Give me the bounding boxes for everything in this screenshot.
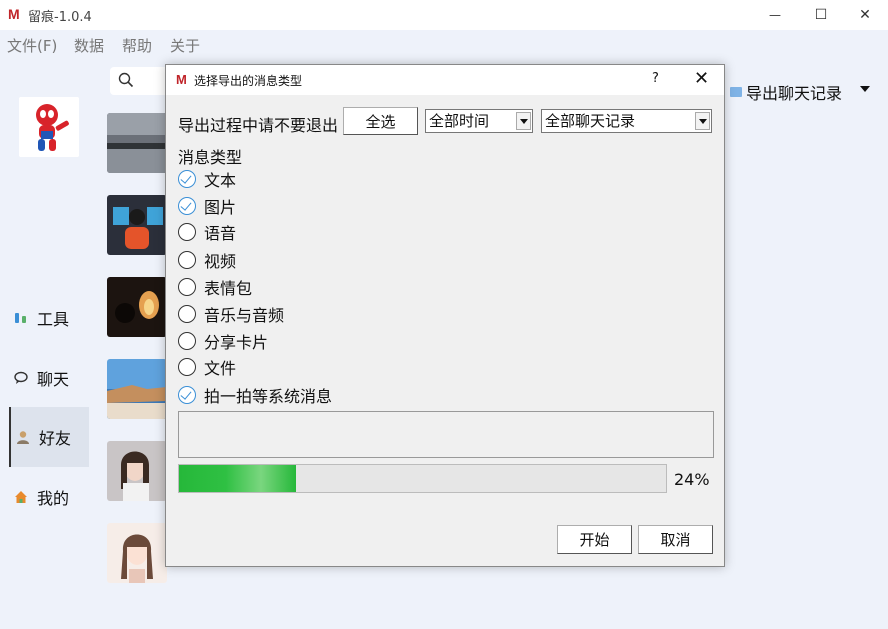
contact-avatar[interactable] bbox=[107, 441, 167, 501]
select-all-button[interactable]: 全选 bbox=[343, 107, 418, 135]
chevron-down-icon bbox=[695, 112, 710, 130]
option-file[interactable]: 文件 bbox=[178, 357, 237, 378]
minimize-button[interactable]: — bbox=[752, 0, 798, 30]
option-label: 分享卡片 bbox=[204, 333, 269, 352]
menu-data[interactable]: 数据 bbox=[74, 35, 104, 56]
option-system-message[interactable]: 拍一拍等系统消息 bbox=[178, 385, 333, 406]
sidebar-item-label: 聊天 bbox=[37, 370, 70, 389]
progress-percent: 24% bbox=[674, 470, 710, 489]
option-music-audio[interactable]: 音乐与音频 bbox=[178, 304, 285, 325]
option-label: 音乐与音频 bbox=[204, 306, 285, 325]
radio-icon[interactable] bbox=[178, 223, 196, 241]
export-type-dialog: M 选择导出的消息类型 ? ✕ 导出过程中请不要退出 全选 全部时间 全部聊天记… bbox=[165, 64, 725, 567]
search-input[interactable] bbox=[110, 67, 170, 95]
close-button[interactable]: ✕ bbox=[842, 0, 888, 30]
option-label: 文本 bbox=[204, 171, 237, 190]
checked-radio-icon[interactable] bbox=[178, 170, 196, 188]
chevron-down-icon[interactable] bbox=[860, 86, 870, 92]
chat-scope-value: 全部聊天记录 bbox=[545, 112, 636, 130]
help-icon[interactable]: ? bbox=[652, 71, 659, 86]
app-title: 留痕-1.0.4 bbox=[28, 10, 92, 25]
option-label: 文件 bbox=[204, 359, 237, 378]
contact-avatar[interactable] bbox=[107, 195, 167, 255]
sidebar-item-me[interactable]: 我的 bbox=[9, 467, 89, 527]
option-label: 表情包 bbox=[204, 279, 253, 298]
close-icon: ✕ bbox=[859, 7, 871, 23]
option-voice[interactable]: 语音 bbox=[178, 222, 237, 243]
radio-icon[interactable] bbox=[178, 305, 196, 323]
message-type-label: 消息类型 bbox=[178, 148, 243, 167]
start-button[interactable]: 开始 bbox=[557, 525, 632, 554]
sidebar-item-chat[interactable]: 聊天 bbox=[9, 348, 89, 408]
menu-help[interactable]: 帮助 bbox=[122, 35, 152, 56]
radio-icon[interactable] bbox=[178, 278, 196, 296]
contact-avatar[interactable] bbox=[107, 523, 167, 583]
maximize-button[interactable]: ☐ bbox=[798, 0, 844, 30]
folder-icon bbox=[730, 87, 742, 97]
radio-icon[interactable] bbox=[178, 332, 196, 350]
sidebar-item-label: 我的 bbox=[37, 489, 70, 508]
sidebar-item-friends[interactable]: 好友 bbox=[9, 407, 89, 467]
option-text[interactable]: 文本 bbox=[178, 169, 237, 190]
search-icon bbox=[118, 72, 134, 88]
dialog-logo: M bbox=[176, 72, 187, 87]
export-progress-bar bbox=[178, 464, 667, 493]
option-emoji[interactable]: 表情包 bbox=[178, 277, 253, 298]
sidebar-item-tools[interactable]: 工具 bbox=[9, 288, 89, 348]
chat-icon bbox=[13, 370, 29, 386]
option-label: 视频 bbox=[204, 252, 237, 271]
option-image[interactable]: 图片 bbox=[178, 196, 237, 217]
log-output bbox=[178, 411, 714, 458]
export-chat-label: 导出聊天记录 bbox=[746, 84, 843, 103]
option-video[interactable]: 视频 bbox=[178, 250, 237, 271]
radio-icon[interactable] bbox=[178, 358, 196, 376]
dialog-title: 选择导出的消息类型 bbox=[194, 74, 303, 88]
dialog-title-bar: M 选择导出的消息类型 ? ✕ bbox=[166, 65, 724, 95]
tools-icon bbox=[13, 310, 29, 326]
radio-icon[interactable] bbox=[178, 251, 196, 269]
menu-file[interactable]: 文件(F) bbox=[7, 35, 57, 56]
contact-avatar[interactable] bbox=[107, 113, 167, 173]
time-range-value: 全部时间 bbox=[429, 112, 490, 130]
app-logo: M bbox=[8, 6, 20, 22]
dialog-close-icon[interactable]: ✕ bbox=[694, 68, 709, 89]
sidebar-item-label: 工具 bbox=[37, 310, 70, 329]
option-label: 图片 bbox=[204, 198, 237, 217]
export-warning: 导出过程中请不要退出 bbox=[178, 116, 339, 135]
minimize-icon: — bbox=[769, 8, 781, 22]
user-icon bbox=[15, 429, 31, 445]
contact-avatar[interactable] bbox=[107, 359, 167, 419]
time-range-select[interactable]: 全部时间 bbox=[425, 109, 533, 133]
maximize-icon: ☐ bbox=[814, 7, 828, 23]
option-label: 语音 bbox=[204, 224, 237, 243]
option-share-card[interactable]: 分享卡片 bbox=[178, 331, 269, 352]
sidebar-item-label: 好友 bbox=[39, 429, 72, 448]
contact-avatar[interactable] bbox=[107, 277, 167, 337]
chevron-down-icon bbox=[516, 112, 531, 130]
avatar[interactable] bbox=[19, 97, 79, 157]
option-label: 拍一拍等系统消息 bbox=[204, 387, 333, 406]
progress-fill bbox=[179, 465, 296, 492]
chat-scope-select[interactable]: 全部聊天记录 bbox=[541, 109, 712, 133]
title-bar: M 留痕-1.0.4 — ☐ ✕ bbox=[0, 0, 888, 30]
menu-about[interactable]: 关于 bbox=[170, 35, 200, 56]
checked-radio-icon[interactable] bbox=[178, 386, 196, 404]
cancel-button[interactable]: 取消 bbox=[638, 525, 713, 554]
home-icon bbox=[13, 489, 29, 505]
menu-bar: 文件(F) 数据 帮助 关于 bbox=[0, 30, 888, 60]
export-chat-button[interactable]: 导出聊天记录 bbox=[730, 80, 842, 104]
checked-radio-icon[interactable] bbox=[178, 197, 196, 215]
